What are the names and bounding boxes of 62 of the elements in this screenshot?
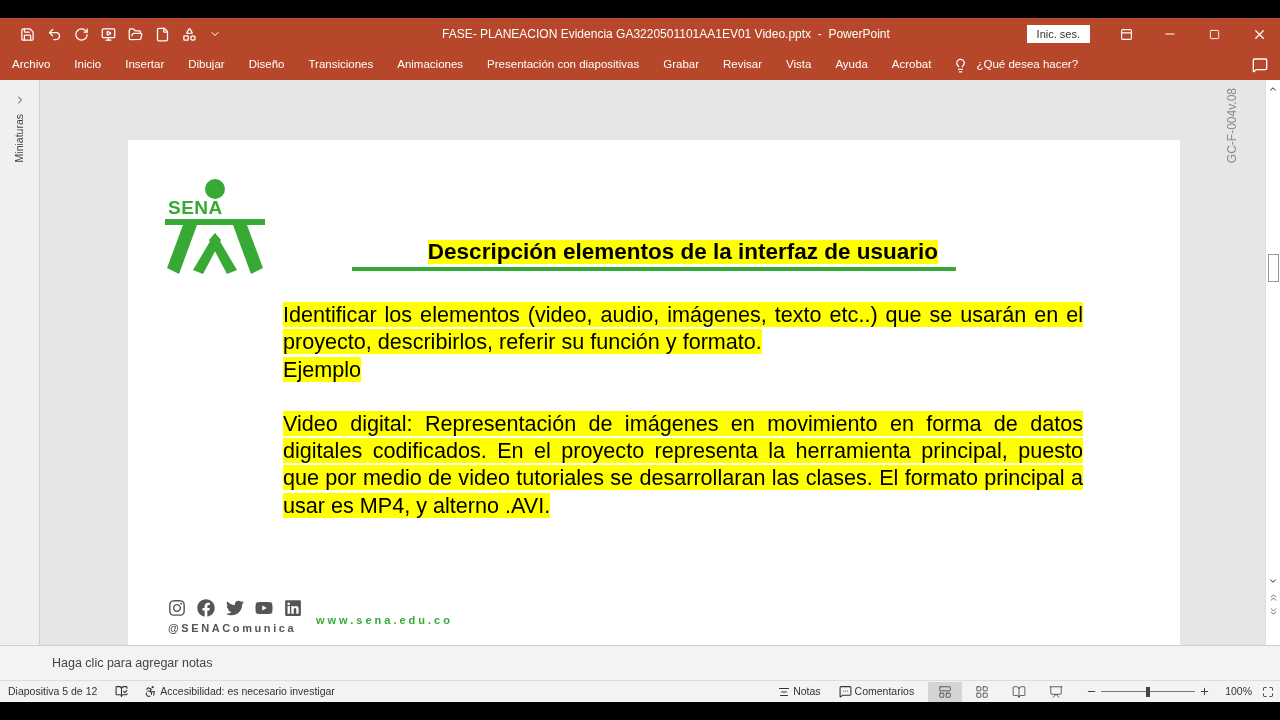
- tell-me-field[interactable]: ¿Qué desea hacer?: [976, 56, 1079, 74]
- side-code: GC-F-004v.08: [1224, 88, 1240, 164]
- notes-placeholder: Haga clic para agregar notas: [52, 654, 213, 672]
- slide-heading: Descripción elementos de la interfaz de usuario: [427, 240, 938, 264]
- ribbon-tab[interactable]: Acrobat: [891, 56, 932, 74]
- body-paragraph: Ejemplo: [283, 355, 363, 383]
- ribbon-tab[interactable]: Grabar: [663, 56, 700, 74]
- fit-slide-icon[interactable]: [1262, 685, 1274, 698]
- scroll-thumb[interactable]: [1267, 254, 1279, 282]
- ribbon-tab[interactable]: Inicio: [74, 56, 102, 74]
- social-handle: @SENAComunica: [168, 621, 298, 637]
- ribbon-tab[interactable]: Presentación con diapositivas: [487, 56, 640, 74]
- thumbnails-label: Miniaturas: [11, 114, 26, 163]
- shapes-icon[interactable]: [182, 26, 197, 42]
- slide-sorter-icon: [975, 684, 990, 699]
- zoom-in-icon[interactable]: [1199, 686, 1211, 697]
- accessibility-status[interactable]: Accesibilidad: es necesario investigar: [160, 683, 335, 700]
- restore-icon[interactable]: [1209, 28, 1220, 40]
- linkedin-icon: [284, 599, 302, 618]
- slideshow-icon[interactable]: [101, 26, 116, 42]
- ribbon-tab[interactable]: Vista: [786, 56, 812, 74]
- notes-button[interactable]: Notas: [793, 683, 821, 700]
- instagram-icon: [168, 599, 186, 618]
- file-icon[interactable]: [155, 26, 170, 42]
- undo-icon[interactable]: [47, 26, 62, 42]
- ribbon-display-icon[interactable]: [1120, 27, 1133, 41]
- redo-icon[interactable]: [74, 26, 89, 42]
- notes-icon[interactable]: [778, 685, 791, 698]
- ribbon-tab[interactable]: Archivo: [12, 56, 51, 74]
- scroll-up-icon[interactable]: [1268, 84, 1278, 94]
- twitter-icon: [226, 599, 244, 618]
- zoom-level[interactable]: 100%: [1225, 683, 1252, 700]
- ribbon-tab[interactable]: Revisar: [723, 56, 763, 74]
- comments-icon[interactable]: [1252, 57, 1268, 73]
- folder-icon[interactable]: [128, 26, 143, 42]
- sena-logo: SENA: [165, 178, 265, 275]
- zoom-thumb[interactable]: [1146, 686, 1151, 697]
- notes-pane[interactable]: Haga clic para agregar notas: [0, 645, 1280, 680]
- ribbon-tab[interactable]: Transiciones: [308, 56, 374, 74]
- window-title: FASE- PLANEACION Evidencia GA3220501101AA1EV01 Video.pptx - PowerPoint: [442, 26, 890, 43]
- view-button[interactable]: [928, 681, 963, 702]
- body-paragraph: Identificar los elementos (video, audio, imágenes, texto etc..) que se usarán en el proyecto, describirlos, referir su función y formato.: [283, 301, 1083, 356]
- sign-in-button[interactable]: Inic. ses.: [1026, 25, 1090, 43]
- website-url: www.sena.edu.co: [316, 613, 453, 629]
- facebook-icon: [197, 599, 215, 618]
- scroll-down-icon[interactable]: [1268, 576, 1278, 586]
- presenter-view-icon: [1049, 684, 1064, 699]
- accessibility-icon[interactable]: [144, 685, 158, 698]
- ribbon-tab[interactable]: Dibujar: [188, 56, 225, 74]
- body-paragraph: Video digital: Representación de imágenes en movimiento en forma de datos digitales codificados. En el proyecto representa la herramienta principal, puesto que por medio de video tutoriales se desarrollaran las clases. El formato principal a usar es MP4, y alterno .AVI.: [283, 409, 1083, 520]
- reading-view-icon: [1012, 684, 1027, 699]
- ribbon-tab[interactable]: Insertar: [125, 56, 165, 74]
- normal-view-icon: [938, 684, 953, 699]
- zoom-slider[interactable]: [1101, 686, 1196, 697]
- ribbon-tab[interactable]: Diseño: [248, 56, 285, 74]
- comment-icon[interactable]: [838, 685, 852, 698]
- slide-count: Diapositiva 5 de 12: [8, 683, 98, 699]
- spelling-icon[interactable]: [115, 685, 129, 698]
- save-icon[interactable]: [20, 26, 35, 42]
- comments-button[interactable]: Comentarios: [854, 683, 915, 700]
- ribbon-tab[interactable]: Animaciones: [397, 56, 464, 74]
- ribbon-tab[interactable]: Ayuda: [835, 56, 868, 74]
